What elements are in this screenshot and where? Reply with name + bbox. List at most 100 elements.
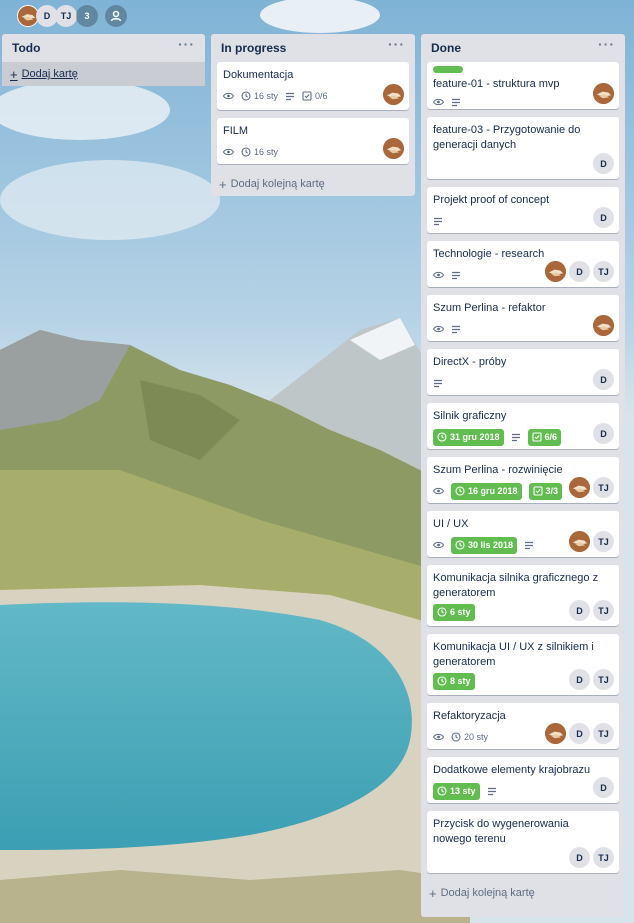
member-tj[interactable]: TJ	[593, 669, 614, 690]
member-avatar[interactable]	[383, 84, 404, 105]
description-icon	[433, 217, 443, 226]
member-d[interactable]: D	[593, 423, 614, 444]
card-przycisk[interactable]: Przycisk do wygenerowania nowego terenu …	[427, 811, 619, 873]
eye-icon	[223, 92, 234, 100]
member-tj[interactable]: TJ	[593, 600, 614, 621]
plus-icon: +	[429, 885, 437, 901]
card-title: UI / UX	[433, 518, 469, 530]
card-dodatkowe-elementy[interactable]: Dodatkowe elementy krajobrazu 13 sty D	[427, 757, 619, 803]
checklist-icon	[531, 432, 542, 442]
menu-dots-icon[interactable]: ···	[388, 37, 405, 51]
due-date-badge: 16 sty	[241, 147, 278, 157]
member-avatar[interactable]	[593, 315, 614, 336]
card-szum-rozwiniecie[interactable]: Szum Perlina - rozwinięcie 16 gru 2018 3…	[427, 457, 619, 503]
list-in-progress: In progress ··· Dokumentacja 16 sty 0/6 …	[211, 34, 415, 196]
card-szum-refaktor[interactable]: Szum Perlina - refaktor	[427, 295, 619, 341]
due-date-complete-badge: 16 gru 2018	[451, 482, 522, 500]
add-card-button[interactable]: + Dodaj kolejną kartę	[217, 172, 409, 196]
description-icon	[433, 379, 443, 388]
card-silnik-graficzny[interactable]: Silnik graficzny 31 gru 2018 6/6 D	[427, 403, 619, 449]
more-members-count[interactable]: 3	[76, 5, 98, 27]
member-d[interactable]: D	[569, 669, 590, 690]
card-film[interactable]: FILM 16 sty	[217, 118, 409, 164]
eye-icon	[433, 98, 444, 106]
list-title[interactable]: Done	[431, 41, 461, 55]
clock-icon	[437, 786, 447, 796]
avatar-image-icon	[18, 6, 38, 26]
checklist-icon	[302, 91, 312, 101]
member-avatar[interactable]	[569, 531, 590, 552]
card-technologie[interactable]: Technologie - research D TJ	[427, 241, 619, 287]
add-member-icon[interactable]	[105, 5, 127, 27]
member-avatar[interactable]	[569, 477, 590, 498]
card-title: Silnik graficzny	[433, 410, 507, 422]
member-d[interactable]: D	[593, 153, 614, 174]
description-icon	[451, 271, 461, 280]
member-d[interactable]: D	[569, 847, 590, 868]
eye-icon	[433, 733, 444, 741]
list-title[interactable]: In progress	[221, 41, 286, 55]
menu-dots-icon[interactable]: ···	[598, 37, 615, 51]
clock-icon	[241, 147, 251, 157]
add-card-label: Dodaj kartę	[21, 68, 78, 80]
board-members-bar: D TJ 3	[0, 0, 634, 30]
member-tj[interactable]: TJ	[593, 723, 614, 744]
clock-icon	[451, 732, 461, 742]
eye-icon	[433, 487, 444, 495]
clock-icon	[455, 486, 465, 496]
clock-icon	[437, 432, 447, 442]
menu-dots-icon[interactable]: ···	[178, 37, 195, 51]
card-directx[interactable]: DirectX - próby D	[427, 349, 619, 395]
eye-icon	[433, 541, 444, 549]
member-tj[interactable]: TJ	[55, 5, 77, 27]
checklist-badge: 0/6	[302, 91, 328, 101]
member-avatar[interactable]	[383, 138, 404, 159]
member-avatar[interactable]	[593, 83, 614, 104]
list-done: Done ··· feature-01 - struktura mvp feat…	[421, 34, 625, 917]
card-title: Dokumentacja	[223, 69, 294, 81]
card-title: Refaktoryzacja	[433, 710, 506, 722]
card-title: Komunikacja UI / UX z silnikiem i genera…	[433, 641, 594, 668]
member-d[interactable]: D	[569, 723, 590, 744]
card-refaktoryzacja[interactable]: Refaktoryzacja 20 sty D TJ	[427, 703, 619, 749]
member-tj[interactable]: TJ	[593, 847, 614, 868]
card-feature-01[interactable]: feature-01 - struktura mvp	[427, 62, 619, 109]
member-tj[interactable]: TJ	[593, 477, 614, 498]
member-d[interactable]: D	[593, 369, 614, 390]
checklist-icon	[532, 486, 543, 496]
member-tj[interactable]: TJ	[593, 531, 614, 552]
checklist-complete-badge: 3/3	[528, 482, 563, 500]
description-icon	[451, 325, 461, 334]
card-komunikacja-silnika[interactable]: Komunikacja silnika graficznego z genera…	[427, 565, 619, 626]
member-d[interactable]: D	[569, 261, 590, 282]
plus-icon: +	[10, 66, 18, 82]
card-komunikacja-ui[interactable]: Komunikacja UI / UX z silnikiem i genera…	[427, 634, 619, 695]
member-d[interactable]: D	[569, 600, 590, 621]
list-header: In progress ···	[211, 34, 415, 62]
member-d[interactable]: D	[593, 777, 614, 798]
list-todo: Todo ··· + Dodaj kartę	[2, 34, 205, 86]
card-title: Projekt proof of concept	[433, 194, 550, 206]
card-feature-03[interactable]: feature-03 - Przygotowanie do generacji …	[427, 117, 619, 179]
clock-icon	[437, 676, 447, 686]
card-dokumentacja[interactable]: Dokumentacja 16 sty 0/6	[217, 62, 409, 110]
eye-icon	[223, 148, 234, 156]
card-title: DirectX - próby	[433, 356, 507, 368]
add-card-button[interactable]: + Dodaj kartę	[2, 62, 205, 86]
member-tj[interactable]: TJ	[593, 261, 614, 282]
member-d[interactable]: D	[593, 207, 614, 228]
add-card-button[interactable]: + Dodaj kolejną kartę	[427, 881, 619, 905]
card-projekt-proof[interactable]: Projekt proof of concept D	[427, 187, 619, 233]
member-avatar[interactable]	[545, 261, 566, 282]
add-card-label: Dodaj kolejną kartę	[440, 887, 535, 899]
due-date-complete-badge: 31 gru 2018	[433, 428, 504, 446]
list-title[interactable]: Todo	[12, 41, 40, 55]
eye-icon	[433, 325, 444, 333]
card-title: feature-03 - Przygotowanie do generacji …	[433, 124, 581, 151]
checklist-complete-badge: 6/6	[527, 428, 562, 446]
member-avatar[interactable]	[545, 723, 566, 744]
card-title: Przycisk do wygenerowania nowego terenu	[433, 818, 569, 845]
green-label[interactable]	[433, 66, 463, 73]
clock-icon	[241, 91, 251, 101]
card-ui-ux[interactable]: UI / UX 30 lis 2018 TJ	[427, 511, 619, 557]
